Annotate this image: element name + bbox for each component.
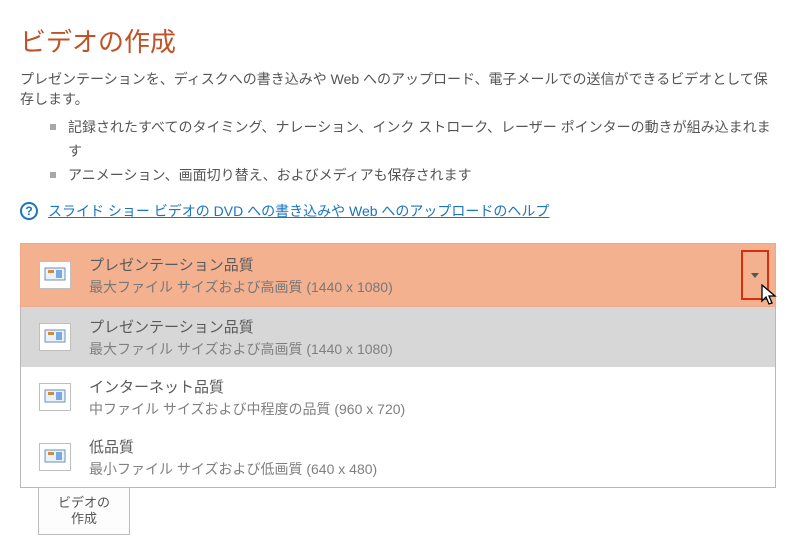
bullet-list: 記録されたすべてのタイミング、ナレーション、インク ストローク、レーザー ポイン… (50, 115, 776, 187)
bullet-item: 記録されたすべてのタイミング、ナレーション、インク ストローク、レーザー ポイン… (50, 115, 776, 163)
option-desc: 中ファイル サイズおよび中程度の品質 (960 x 720) (89, 399, 405, 419)
option-desc: 最小ファイル サイズおよび低画質 (640 x 480) (89, 459, 377, 479)
help-link[interactable]: スライド ショー ビデオの DVD への書き込みや Web へのアップロードのヘ… (48, 201, 549, 221)
quality-selected-text: プレゼンテーション品質 最大ファイル サイズおよび高画質 (1440 x 108… (89, 254, 393, 297)
monitor-icon (39, 261, 71, 289)
monitor-icon (39, 443, 71, 471)
option-label: インターネット品質 (89, 376, 405, 397)
quality-selected-desc: 最大ファイル サイズおよび高画質 (1440 x 1080) (89, 277, 393, 297)
monitor-icon (39, 383, 71, 411)
intro-text: プレゼンテーションを、ディスクへの書き込みや Web へのアップロード、電子メー… (20, 69, 776, 109)
bullet-item: アニメーション、画面切り替え、およびメディアも保存されます (50, 163, 776, 187)
quality-option-low[interactable]: 低品質 最小ファイル サイズおよび低画質 (640 x 480) (21, 427, 775, 487)
create-video-button[interactable]: ビデオの作成 (38, 487, 130, 535)
help-icon: ? (20, 202, 38, 220)
quality-menu: プレゼンテーション品質 最大ファイル サイズおよび高画質 (1440 x 108… (20, 307, 776, 488)
monitor-icon (39, 323, 71, 351)
chevron-down-icon (751, 273, 759, 278)
quality-option-internet[interactable]: インターネット品質 中ファイル サイズおよび中程度の品質 (960 x 720) (21, 367, 775, 427)
quality-dropdown[interactable]: プレゼンテーション品質 最大ファイル サイズおよび高画質 (1440 x 108… (20, 243, 776, 307)
quality-selected-label: プレゼンテーション品質 (89, 254, 393, 275)
dropdown-arrow[interactable] (741, 250, 769, 300)
option-label: 低品質 (89, 436, 377, 457)
quality-option-presentation[interactable]: プレゼンテーション品質 最大ファイル サイズおよび高画質 (1440 x 108… (21, 307, 775, 367)
option-desc: 最大ファイル サイズおよび高画質 (1440 x 1080) (89, 339, 393, 359)
option-label: プレゼンテーション品質 (89, 316, 393, 337)
page-title: ビデオの作成 (20, 22, 776, 59)
